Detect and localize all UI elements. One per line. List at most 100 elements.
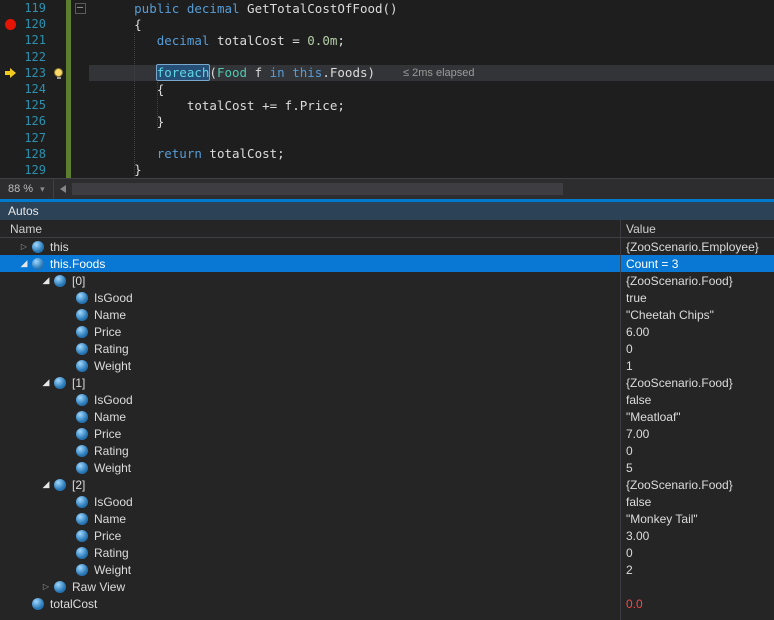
variable-row[interactable]: Price3.00	[0, 527, 774, 544]
variable-value[interactable]: 6.00	[620, 325, 774, 339]
variable-name-cell[interactable]: Rating	[0, 546, 620, 560]
code-line[interactable]: 121 decimal totalCost = 0.0m;	[0, 32, 774, 48]
variable-value[interactable]: 3.00	[620, 529, 774, 543]
collapse-region-button[interactable]: –	[75, 3, 86, 14]
glyph-margin[interactable]	[0, 0, 20, 16]
variable-value[interactable]: 1	[620, 359, 774, 373]
glyph-margin[interactable]	[0, 130, 20, 146]
variable-name-cell[interactable]: Weight	[0, 461, 620, 475]
variable-row[interactable]: ◢[1]{ZooScenario.Food}	[0, 374, 774, 391]
variable-name-cell[interactable]: Rating	[0, 444, 620, 458]
variable-row[interactable]: Price7.00	[0, 425, 774, 442]
column-header-name[interactable]: Name	[0, 222, 620, 236]
code-text[interactable]: totalCost += f.Price;	[89, 97, 774, 113]
variable-value[interactable]: 5	[620, 461, 774, 475]
variable-value[interactable]: 0	[620, 444, 774, 458]
variable-name-cell[interactable]: ▷this	[0, 240, 620, 254]
collapse-arrow-icon[interactable]: ◢	[38, 377, 54, 388]
code-text[interactable]: }	[89, 113, 774, 129]
variable-value[interactable]: true	[620, 291, 774, 305]
glyph-margin[interactable]	[0, 146, 20, 162]
variable-value[interactable]: 7.00	[620, 427, 774, 441]
variable-value[interactable]: 0	[620, 342, 774, 356]
variable-value[interactable]: {ZooScenario.Food}	[620, 274, 774, 288]
variable-name-cell[interactable]: totalCost	[0, 597, 620, 611]
variable-row[interactable]: ▷this{ZooScenario.Employee}	[0, 238, 774, 255]
glyph-margin[interactable]	[0, 113, 20, 129]
variable-value[interactable]: 2	[620, 563, 774, 577]
perf-tip[interactable]: ≤ 2ms elapsed	[403, 67, 474, 79]
variable-value[interactable]: false	[620, 495, 774, 509]
lightbulb-icon[interactable]	[54, 68, 63, 77]
glyph-margin[interactable]	[0, 81, 20, 97]
variable-row[interactable]: Rating0	[0, 442, 774, 459]
variable-value[interactable]: 0.0	[620, 597, 774, 611]
code-text[interactable]: decimal totalCost = 0.0m;	[89, 32, 774, 48]
variable-value[interactable]: "Cheetah Chips"	[620, 308, 774, 322]
variable-row[interactable]: ◢[0]{ZooScenario.Food}	[0, 272, 774, 289]
code-line[interactable]: 122	[0, 49, 774, 65]
variable-row[interactable]: ▷Raw View	[0, 578, 774, 595]
variable-value[interactable]: {ZooScenario.Food}	[620, 376, 774, 390]
code-text[interactable]: return totalCost;	[89, 146, 774, 162]
variable-row[interactable]: ◢[2]{ZooScenario.Food}	[0, 476, 774, 493]
scrollbar-thumb[interactable]	[72, 183, 564, 195]
glyph-margin[interactable]	[0, 162, 20, 178]
code-editor[interactable]: 119– public decimal GetTotalCostOfFood()…	[0, 0, 774, 178]
zoom-control[interactable]: 88 % ▾	[0, 179, 54, 199]
code-line[interactable]: 125 totalCost += f.Price;	[0, 97, 774, 113]
variable-row[interactable]: Price6.00	[0, 323, 774, 340]
code-text[interactable]	[89, 49, 774, 65]
code-text[interactable]: foreach(Food f in this.Foods)≤ 2ms elaps…	[89, 65, 774, 81]
glyph-margin[interactable]	[0, 65, 20, 81]
glyph-margin[interactable]	[0, 97, 20, 113]
variable-name-cell[interactable]: ◢this.Foods	[0, 257, 620, 271]
variable-row[interactable]: Name"Meatloaf"	[0, 408, 774, 425]
variable-name-cell[interactable]: IsGood	[0, 495, 620, 509]
variable-row[interactable]: Weight2	[0, 561, 774, 578]
variable-name-cell[interactable]: Name	[0, 512, 620, 526]
code-line[interactable]: 119– public decimal GetTotalCostOfFood()	[0, 0, 774, 16]
variable-name-cell[interactable]: Weight	[0, 563, 620, 577]
variable-name-cell[interactable]: ▷Raw View	[0, 580, 620, 594]
variable-value[interactable]: "Meatloaf"	[620, 410, 774, 424]
code-text[interactable]: {	[89, 16, 774, 32]
code-line[interactable]: 120 {	[0, 16, 774, 32]
variable-row[interactable]: Weight5	[0, 459, 774, 476]
variable-value[interactable]: {ZooScenario.Employee}	[620, 240, 774, 254]
variable-row[interactable]: Rating0	[0, 544, 774, 561]
horizontal-scrollbar[interactable]	[72, 179, 774, 199]
variable-row[interactable]: Weight1	[0, 357, 774, 374]
variable-row[interactable]: IsGoodfalse	[0, 493, 774, 510]
variable-name-cell[interactable]: IsGood	[0, 393, 620, 407]
code-line[interactable]: 126 }	[0, 113, 774, 129]
code-line[interactable]: 124 {	[0, 81, 774, 97]
highlighted-word[interactable]: foreach	[157, 65, 210, 80]
variable-name-cell[interactable]: Price	[0, 529, 620, 543]
glyph-margin[interactable]	[0, 32, 20, 48]
code-text[interactable]: {	[89, 81, 774, 97]
variable-name-cell[interactable]: Price	[0, 325, 620, 339]
collapse-arrow-icon[interactable]: ◢	[16, 258, 32, 269]
variable-name-cell[interactable]: Rating	[0, 342, 620, 356]
variable-row[interactable]: Name"Cheetah Chips"	[0, 306, 774, 323]
variable-value[interactable]: 0	[620, 546, 774, 560]
breakpoint-icon[interactable]	[5, 19, 16, 30]
variable-name-cell[interactable]: ◢[1]	[0, 376, 620, 390]
variable-value[interactable]: Count = 3	[620, 257, 774, 271]
variable-name-cell[interactable]: Weight	[0, 359, 620, 373]
variable-row[interactable]: ◢this.FoodsCount = 3	[0, 255, 774, 272]
expand-arrow-icon[interactable]: ▷	[16, 242, 32, 251]
variable-row[interactable]: totalCost0.0	[0, 595, 774, 612]
variable-value[interactable]: false	[620, 393, 774, 407]
code-text[interactable]	[89, 130, 774, 146]
variable-name-cell[interactable]: Name	[0, 410, 620, 424]
code-line[interactable]: 129 }	[0, 162, 774, 178]
collapse-arrow-icon[interactable]: ◢	[38, 275, 54, 286]
variable-value[interactable]: {ZooScenario.Food}	[620, 478, 774, 492]
code-line[interactable]: 127	[0, 130, 774, 146]
scroll-left-button[interactable]	[54, 179, 72, 199]
code-line[interactable]: 128 return totalCost;	[0, 146, 774, 162]
variable-name-cell[interactable]: ◢[0]	[0, 274, 620, 288]
glyph-margin[interactable]	[0, 16, 20, 32]
